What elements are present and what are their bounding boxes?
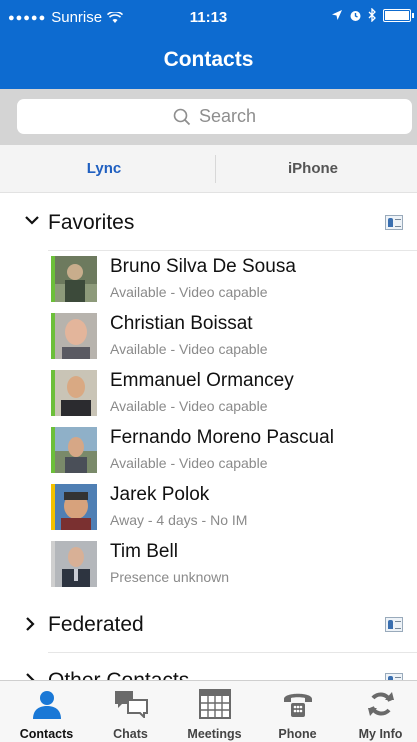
contact-card-icon[interactable] [385,673,403,680]
status-right [331,8,414,22]
contact-status: Available - Video capable [110,341,268,357]
tab-my-info[interactable]: My Info [339,681,417,742]
contact-list: Favorites Bruno Silva De Sousa Available… [0,193,417,680]
status-bar: ●●●●● Sunrise 11:13 [0,0,417,34]
tab-chats[interactable]: Chats [89,681,172,742]
contact-name: Fernando Moreno Pascual [110,427,334,448]
group-label: Other Contacts [48,669,189,680]
divider [48,250,417,251]
chevron-right-icon [26,673,35,680]
contact-status: Available - Video capable [110,455,268,471]
contact-name: Jarek Polok [110,484,210,505]
contact-row[interactable]: Bruno Silva De Sousa Available - Video c… [0,256,417,313]
sync-arrows-icon [367,692,394,716]
contact-status: Presence unknown [110,569,230,585]
contact-row[interactable]: Jarek Polok Away - 4 days - No IM [0,484,417,541]
source-segmented-control: Lync iPhone [0,145,417,193]
person-icon [32,691,61,719]
tab-label: My Info [358,727,403,741]
contact-row[interactable]: Christian Boissat Available - Video capa… [0,313,417,370]
avatar [55,370,97,416]
search-icon [173,108,191,125]
tab-label: Chats [113,727,148,741]
chat-bubbles-icon [114,691,148,718]
contact-card-icon[interactable] [385,617,403,632]
tab-contacts[interactable]: Contacts [5,681,88,742]
phone-icon [283,693,312,717]
avatar [55,541,97,587]
segment-lync[interactable]: Lync [0,145,208,193]
contact-status: Available - Video capable [110,398,268,414]
contact-status: Away - 4 days - No IM [110,512,248,528]
contact-name: Tim Bell [110,541,178,562]
contact-name: Christian Boissat [110,313,253,334]
chevron-right-icon [26,617,35,631]
contact-status: Available - Video capable [110,284,268,300]
contact-card-icon[interactable] [385,215,403,230]
alarm-icon [350,10,361,21]
search-input[interactable]: Search [17,99,412,134]
group-label: Favorites [48,211,135,234]
group-other-contacts[interactable]: Other Contacts [0,653,417,680]
tab-meetings[interactable]: Meetings [173,681,256,742]
contact-row[interactable]: Tim Bell Presence unknown [0,541,417,598]
group-federated[interactable]: Federated [0,597,417,653]
calendar-icon [198,689,231,719]
app-header: ●●●●● Sunrise 11:13 Contacts [0,0,417,89]
group-label: Federated [48,613,144,636]
avatar [55,484,97,530]
avatar [55,313,97,359]
contact-row[interactable]: Fernando Moreno Pascual Available - Vide… [0,427,417,484]
page-title: Contacts [163,48,254,71]
tab-label: Meetings [187,727,242,741]
contact-name: Emmanuel Ormancey [110,370,294,391]
battery-icon [383,8,414,22]
tab-label: Contacts [19,727,74,741]
search-area: Search [0,89,417,145]
avatar [55,427,97,473]
group-favorites[interactable]: Favorites [0,195,417,251]
segment-iphone[interactable]: iPhone [209,145,417,193]
location-arrow-icon [332,10,342,20]
tab-label: Phone [278,727,317,741]
chevron-down-icon [25,216,39,225]
tab-bar: Contacts Chats Meetings Phone My Info [0,680,417,742]
search-placeholder: Search [198,106,257,126]
bluetooth-icon [368,8,376,22]
contact-name: Bruno Silva De Sousa [110,256,296,277]
contact-row[interactable]: Emmanuel Ormancey Available - Video capa… [0,370,417,427]
tab-phone[interactable]: Phone [256,681,339,742]
avatar [55,256,97,302]
